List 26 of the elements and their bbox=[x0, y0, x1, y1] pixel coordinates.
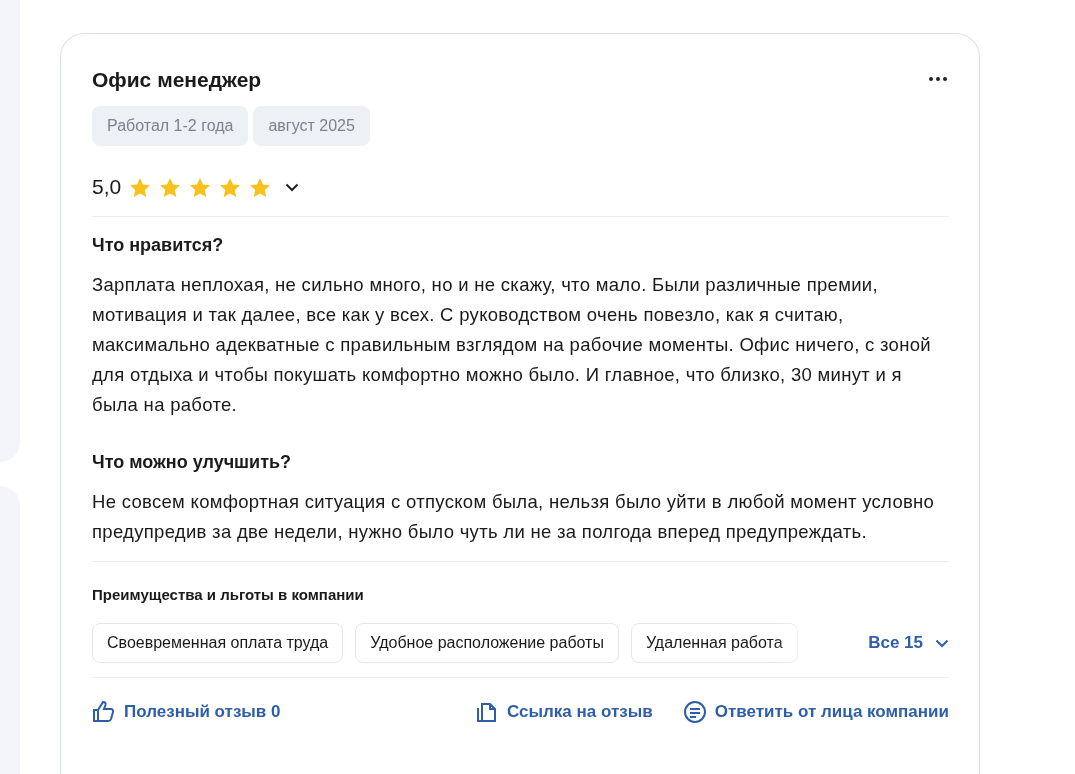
action-link[interactable]: Ссылка на отзыв bbox=[475, 700, 653, 724]
show-all-button[interactable]: Все 15 bbox=[862, 633, 949, 653]
review-text: Не совсем комфортная ситуация с отпуском была, нельзя было уйти в любой момент условно предупредив за две недели, нужно было чуть ли не за полгода вперед предупреждать. bbox=[92, 490, 936, 544]
benefit-chip: Удаленная работа bbox=[630, 623, 798, 663]
chevron-down-icon bbox=[935, 638, 949, 648]
tag: Работал 1-2 года bbox=[92, 106, 249, 146]
star-icon bbox=[129, 176, 152, 198]
section-heading: Преимущества и льготы в компании bbox=[92, 586, 365, 603]
star-icon bbox=[219, 176, 242, 198]
tag: август 2025 bbox=[253, 106, 370, 146]
review-text: Зарплата неплохая, не сильно много, но и не скажу, что мало. Были различные премии, мотивация и так далее, все как у всех. С руководством очень повезло, как я считаю, максимально адекватные с правильным взглядом на рабочие моменты. Офис ничего, с зоной для отдыха и чтобы покушать комфортно можно было. И главное, что близко, 30 минут и я была на работе. bbox=[92, 273, 932, 417]
comment-icon bbox=[682, 700, 707, 724]
rating-value: 5,0 bbox=[92, 175, 122, 199]
action-link[interactable]: Ответить от лица компании bbox=[682, 700, 949, 724]
thumbs-up-icon bbox=[92, 700, 116, 724]
review-title: Офис менеджер bbox=[92, 67, 262, 92]
action-link[interactable]: Полезный отзыв 0 bbox=[92, 700, 281, 724]
benefit-chip: Удобное расположение работы bbox=[355, 623, 619, 663]
more-icon bbox=[929, 77, 947, 81]
star-icon bbox=[249, 176, 272, 198]
section-heading: Что нравится? bbox=[92, 235, 225, 256]
star-icon bbox=[159, 176, 182, 198]
star-icon bbox=[189, 176, 212, 198]
section-heading: Что можно улучшить? bbox=[92, 452, 293, 473]
chevron-down-icon bbox=[285, 182, 300, 192]
benefit-chip: Своевременная оплата труда bbox=[92, 623, 344, 663]
